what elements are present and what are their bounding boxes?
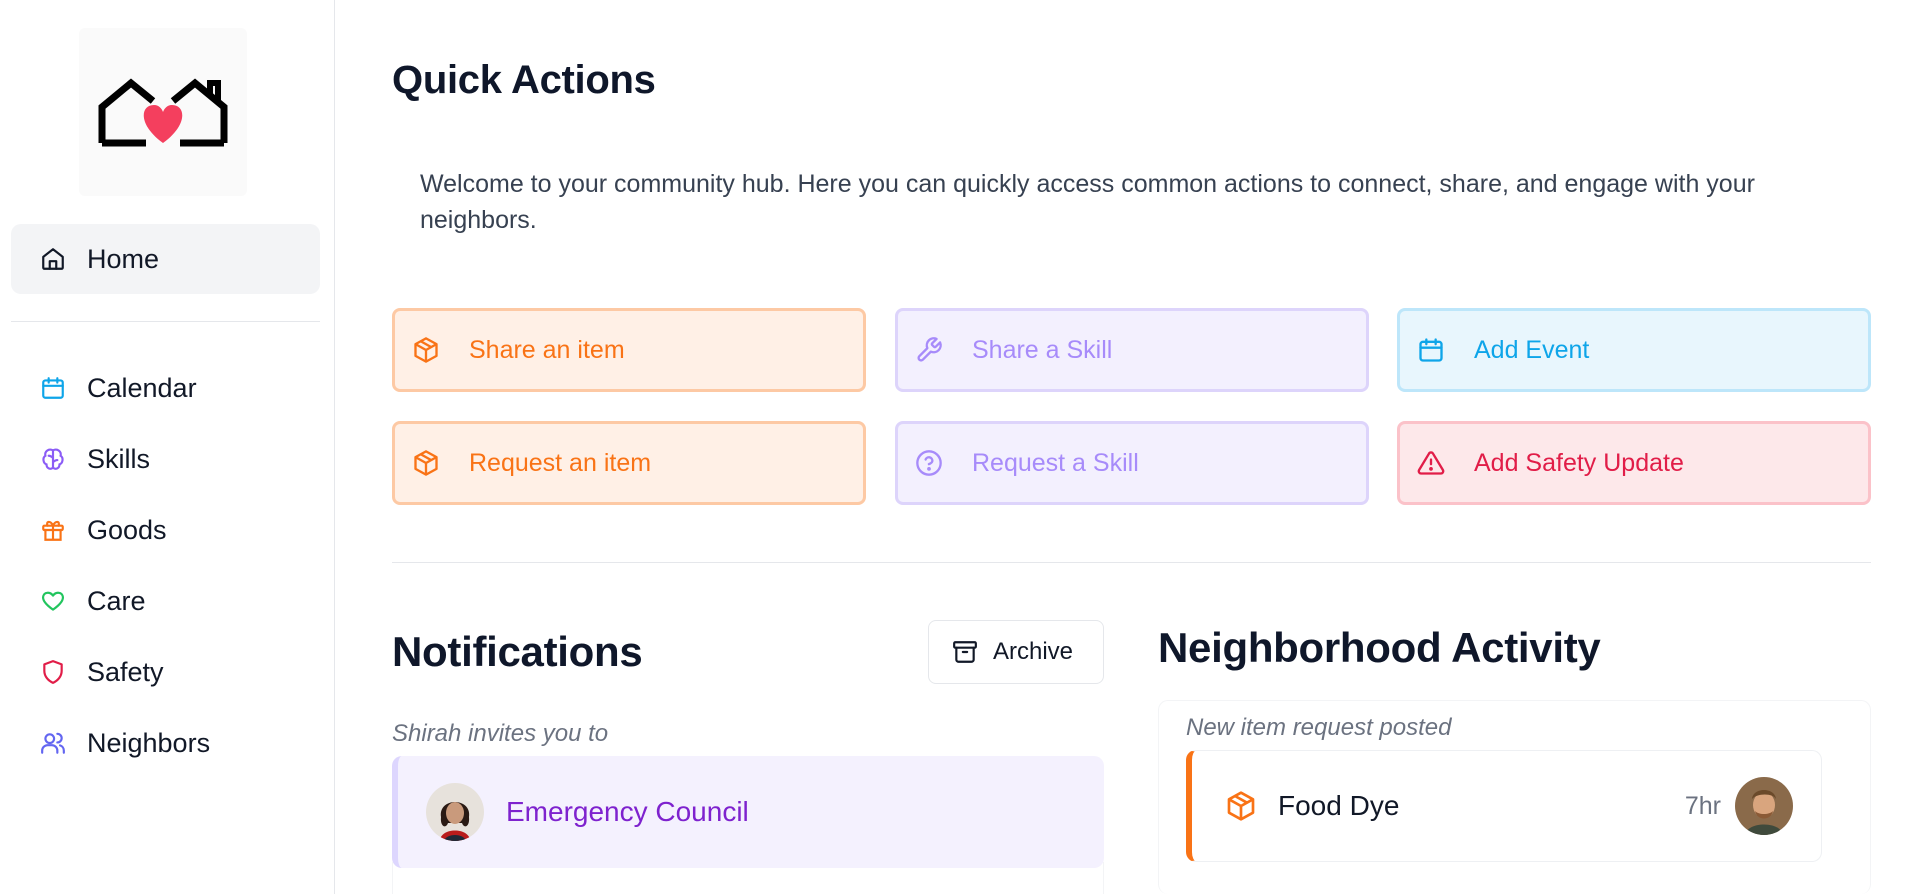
- sidebar-divider: [11, 321, 320, 322]
- activity-title: Neighborhood Activity: [1158, 624, 1601, 671]
- action-label: Share a Skill: [972, 335, 1113, 364]
- activity-item-title: Food Dye: [1278, 790, 1400, 821]
- sidebar-item-neighbors[interactable]: Neighbors: [11, 708, 320, 778]
- brain-icon: [39, 445, 67, 473]
- sidebar-item-skills[interactable]: Skills: [11, 424, 320, 494]
- sidebar-item-label: Goods: [87, 514, 167, 545]
- help-circle-icon: [914, 448, 944, 478]
- main-content: Quick Actions Welcome to your community …: [336, 0, 1920, 894]
- wrench-icon: [914, 335, 944, 365]
- archive-label: Archive: [993, 638, 1074, 665]
- sidebar-item-label: Home: [87, 243, 160, 274]
- calendar-icon: [39, 374, 67, 402]
- request-skill-button[interactable]: Request a Skill: [895, 421, 1369, 505]
- action-label: Add Safety Update: [1474, 448, 1684, 477]
- notifications-panel: [392, 862, 1104, 894]
- package-icon: [411, 448, 441, 478]
- sidebar-item-safety[interactable]: Safety: [11, 637, 320, 707]
- avatar: [1735, 777, 1793, 835]
- sidebar-item-label: Neighbors: [87, 727, 211, 758]
- action-label: Request a Skill: [972, 448, 1139, 477]
- notification-title: Emergency Council: [506, 796, 749, 827]
- sidebar-item-label: Care: [87, 585, 146, 616]
- sidebar-item-calendar[interactable]: Calendar: [11, 353, 320, 423]
- users-icon: [39, 729, 67, 757]
- notification-item[interactable]: Emergency Council: [392, 756, 1104, 868]
- request-item-button[interactable]: Request an item: [392, 421, 866, 505]
- action-label: Share an item: [469, 335, 625, 364]
- activity-item[interactable]: Food Dye 7hr: [1186, 750, 1822, 862]
- sidebar-item-home[interactable]: Home: [11, 224, 320, 294]
- calendar-icon: [1416, 335, 1446, 365]
- logo[interactable]: [79, 28, 247, 196]
- notification-invite-text: Shirah invites you to: [392, 720, 609, 747]
- sidebar-item-care[interactable]: Care: [11, 566, 320, 636]
- quick-actions-title: Quick Actions: [392, 58, 656, 102]
- share-skill-button[interactable]: Share a Skill: [895, 308, 1369, 392]
- heart-icon: [39, 587, 67, 615]
- home-icon: [39, 245, 67, 273]
- app-root: Home Calendar Skills Goods Care Safety N…: [0, 0, 1920, 894]
- archive-icon: [951, 638, 979, 666]
- notifications-title: Notifications: [392, 628, 643, 675]
- action-label: Request an item: [469, 448, 652, 477]
- sidebar-item-label: Skills: [87, 443, 151, 474]
- share-item-button[interactable]: Share an item: [392, 308, 866, 392]
- shield-icon: [39, 658, 67, 686]
- sidebar-item-label: Calendar: [87, 372, 197, 403]
- add-safety-update-button[interactable]: Add Safety Update: [1397, 421, 1871, 505]
- welcome-text: Welcome to your community hub. Here you …: [420, 170, 1755, 234]
- sidebar-item-label: Safety: [87, 656, 164, 687]
- alert-triangle-icon: [1416, 448, 1446, 478]
- gift-icon: [39, 516, 67, 544]
- section-divider: [392, 562, 1871, 563]
- house-heart-logo-icon: [98, 78, 228, 147]
- sidebar-item-goods[interactable]: Goods: [11, 495, 320, 565]
- package-icon: [1224, 789, 1258, 823]
- activity-subtitle: New item request posted: [1186, 714, 1452, 741]
- sidebar: Home Calendar Skills Goods Care Safety N…: [0, 0, 335, 894]
- activity-item-time: 7hr: [1684, 791, 1721, 820]
- add-event-button[interactable]: Add Event: [1397, 308, 1871, 392]
- action-label: Add Event: [1474, 335, 1590, 364]
- package-icon: [411, 335, 441, 365]
- avatar: [426, 783, 484, 841]
- archive-button[interactable]: Archive: [928, 620, 1104, 684]
